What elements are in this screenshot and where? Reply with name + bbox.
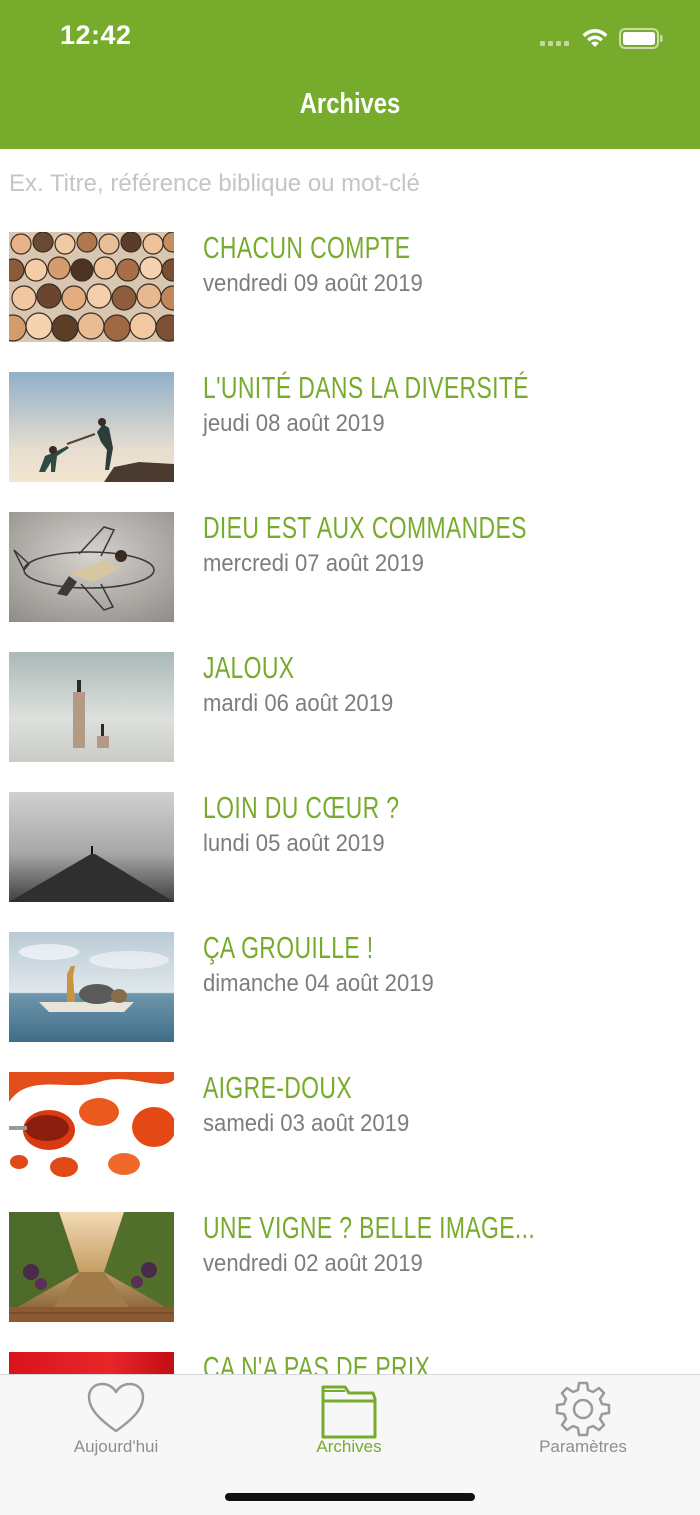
item-title: CHACUN COMPTE bbox=[203, 232, 411, 265]
item-title: ÇA N'A PAS DE PRIX bbox=[203, 1350, 431, 1374]
list-item[interactable]: LOIN DU CŒUR ? lundi 05 août 2019 bbox=[0, 790, 700, 932]
thumbnail-image bbox=[9, 232, 174, 342]
list-item[interactable]: JALOUX mardi 06 août 2019 bbox=[0, 650, 700, 792]
thumbnail-image bbox=[9, 1352, 174, 1374]
cellular-signal-icon bbox=[540, 41, 569, 46]
item-title: ÇA GROUILLE ! bbox=[203, 930, 374, 965]
thumbnail-image bbox=[9, 1072, 174, 1182]
thumbnail-image bbox=[9, 652, 174, 762]
thumbnail-image bbox=[9, 512, 174, 622]
item-title: L'UNITÉ DANS LA DIVERSITÉ bbox=[203, 370, 529, 405]
item-date: samedi 03 août 2019 bbox=[203, 1110, 410, 1137]
gear-icon bbox=[555, 1381, 611, 1437]
list-item[interactable]: AIGRE-DOUX samedi 03 août 2019 bbox=[0, 1070, 700, 1212]
tab-today[interactable]: Aujourd'hui bbox=[16, 1375, 216, 1465]
status-time: 12:42 bbox=[60, 20, 132, 50]
item-title: AIGRE-DOUX bbox=[203, 1070, 353, 1105]
home-indicator bbox=[225, 1493, 475, 1501]
tab-label: Aujourd'hui bbox=[73, 1437, 159, 1456]
list-item[interactable]: L'UNITÉ DANS LA DIVERSITÉ jeudi 08 août … bbox=[0, 370, 700, 512]
item-date: lundi 05 août 2019 bbox=[203, 830, 385, 857]
item-title: JALOUX bbox=[203, 650, 295, 685]
list-item[interactable]: UNE VIGNE ? BELLE IMAGE... vendredi 02 a… bbox=[0, 1210, 700, 1352]
list-item[interactable]: ÇA GROUILLE ! dimanche 04 août 2019 bbox=[0, 930, 700, 1072]
list-item[interactable]: DIEU EST AUX COMMANDES mercredi 07 août … bbox=[0, 510, 700, 652]
tab-label: Archives bbox=[316, 1437, 382, 1456]
wifi-icon bbox=[582, 29, 608, 47]
item-title: LOIN DU CŒUR ? bbox=[203, 790, 400, 825]
list-item[interactable]: CHACUN COMPTE vendredi 09 août 2019 bbox=[0, 232, 700, 372]
thumbnail-image bbox=[9, 372, 174, 482]
item-date: vendredi 02 août 2019 bbox=[203, 1250, 423, 1277]
item-date: jeudi 08 août 2019 bbox=[203, 410, 385, 437]
thumbnail-image bbox=[9, 1212, 174, 1322]
item-title: UNE VIGNE ? BELLE IMAGE... bbox=[203, 1210, 536, 1245]
heart-icon bbox=[87, 1382, 145, 1433]
list-item[interactable]: ÇA N'A PAS DE PRIX bbox=[0, 1350, 700, 1374]
item-date: vendredi 09 août 2019 bbox=[203, 270, 423, 297]
navigation-header: 12:42 Archives bbox=[0, 0, 700, 149]
tab-archives[interactable]: Archives bbox=[249, 1375, 449, 1465]
item-date: mercredi 07 août 2019 bbox=[203, 550, 424, 577]
archive-box-icon bbox=[321, 1385, 377, 1439]
tab-settings[interactable]: Paramètres bbox=[483, 1375, 683, 1465]
thumbnail-image bbox=[9, 932, 174, 1042]
battery-icon bbox=[619, 28, 663, 49]
item-date: mardi 06 août 2019 bbox=[203, 690, 394, 717]
item-date: dimanche 04 août 2019 bbox=[203, 970, 434, 997]
page-title: Archives bbox=[299, 88, 401, 120]
archive-list[interactable]: CHACUN COMPTE vendredi 09 août 2019 L'UN… bbox=[0, 232, 700, 1374]
search-input[interactable] bbox=[9, 166, 689, 202]
thumbnail-image bbox=[9, 792, 174, 902]
item-title: DIEU EST AUX COMMANDES bbox=[203, 510, 527, 545]
tab-label: Paramètres bbox=[539, 1437, 627, 1456]
